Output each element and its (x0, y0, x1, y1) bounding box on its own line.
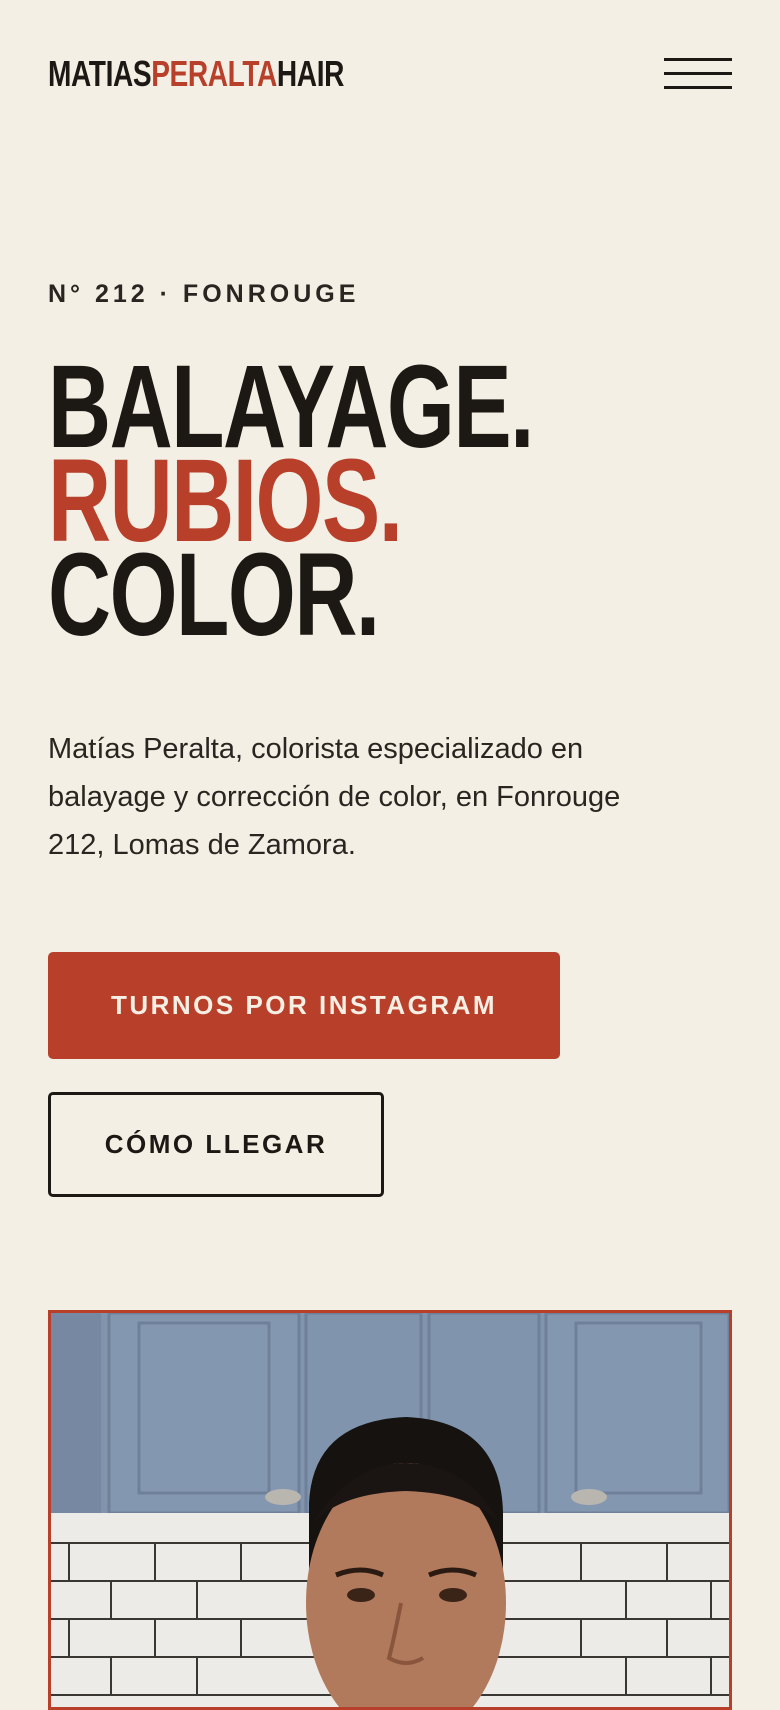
menu-bar-bottom (664, 86, 732, 89)
hero-headline: BALAYAGE. RUBIOS. COLOR. (48, 348, 534, 661)
logo-part-matias: MATIAS (48, 53, 152, 94)
headline-line-color: COLOR. (48, 529, 380, 661)
portrait-illustration (51, 1313, 729, 1707)
menu-bar-middle (664, 72, 732, 75)
address-eyebrow: N° 212 · FONROUGE (48, 280, 360, 308)
menu-bar-top (664, 58, 732, 61)
directions-button[interactable]: CÓMO LLEGAR (48, 1092, 384, 1197)
hamburger-menu-icon[interactable] (664, 58, 732, 92)
site-header: MATIASPERALTAHAIR (48, 50, 732, 96)
logo-part-hair: HAIR (276, 53, 344, 94)
portrait-photo (48, 1310, 732, 1710)
hero-description: Matías Peralta, colorista especializado … (48, 733, 621, 861)
instagram-booking-button[interactable]: TURNOS POR INSTAGRAM (48, 952, 560, 1059)
logo-part-peralta: PERALTA (151, 53, 277, 94)
brand-logo[interactable]: MATIASPERALTAHAIR (48, 54, 344, 94)
